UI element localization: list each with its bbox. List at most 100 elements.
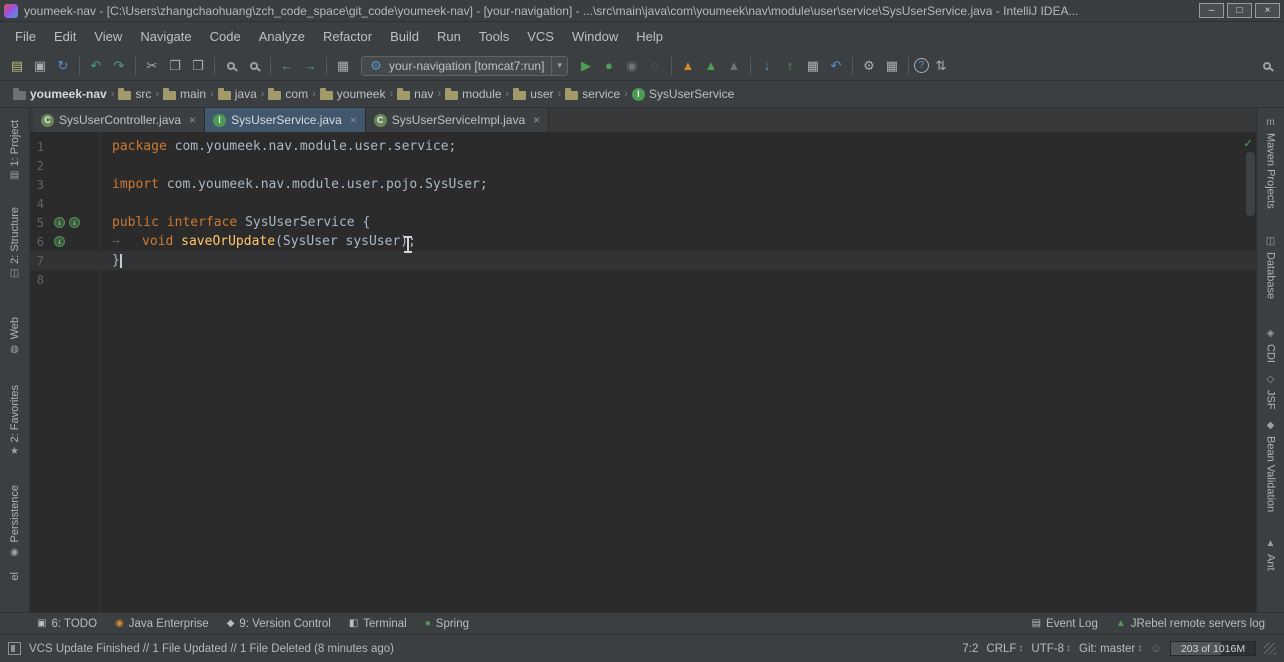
toolwindow-project[interactable]: 1: Project▤ [9, 120, 21, 181]
vcs-commit-icon[interactable]: ↑ [779, 55, 801, 77]
tab-close-icon[interactable]: × [189, 113, 196, 127]
breadcrumb-item[interactable]: ISysUserService [629, 85, 737, 103]
paste-icon[interactable]: ❒ [187, 55, 209, 77]
breadcrumb-item[interactable]: user [510, 85, 556, 103]
jrebel-remote-icon[interactable]: ▲ [723, 55, 745, 77]
resize-grip[interactable] [1264, 643, 1276, 655]
implemented-marker-icon[interactable]: ↓ [54, 236, 65, 247]
menu-edit[interactable]: Edit [45, 25, 85, 48]
git-branch-selector[interactable]: Git: master↕ [1079, 643, 1142, 655]
menu-refactor[interactable]: Refactor [314, 25, 381, 48]
toolwindow-java-enterprise[interactable]: ◉Java Enterprise [106, 616, 218, 632]
cdi-icon: ◈ [1267, 329, 1275, 339]
debug-icon[interactable]: ● [598, 55, 620, 77]
menu-navigate[interactable]: Navigate [131, 25, 200, 48]
breadcrumb-item[interactable]: java [215, 85, 260, 103]
profiler-icon[interactable]: ◌ [644, 55, 666, 77]
updown-arrows-icon: ↕ [1066, 643, 1071, 654]
navigate-back-icon[interactable]: ← [276, 55, 298, 77]
menu-view[interactable]: View [85, 25, 131, 48]
toolwindow-web[interactable]: Web◍ [9, 317, 21, 354]
run-config-select[interactable]: ⚙ your-navigation [tomcat7:run] ▾ [361, 56, 568, 76]
search-everywhere-icon[interactable] [1256, 55, 1278, 77]
menu-vcs[interactable]: VCS [518, 25, 563, 48]
menu-analyze[interactable]: Analyze [250, 25, 314, 48]
menu-file[interactable]: File [6, 25, 45, 48]
navigate-forward-icon[interactable]: → [299, 55, 321, 77]
caret-position[interactable]: 7:2 [962, 643, 978, 655]
run-icon[interactable]: ▶ [575, 55, 597, 77]
help-icon[interactable]: ? [914, 58, 929, 73]
vcs-update-icon[interactable]: ↓ [756, 55, 778, 77]
background-tasks-icon[interactable]: ⇅ [930, 55, 952, 77]
breadcrumb-item[interactable]: com [265, 85, 311, 103]
maximize-button[interactable]: □ [1227, 3, 1252, 18]
minimize-button[interactable]: – [1199, 3, 1224, 18]
copy-icon[interactable]: ❐ [164, 55, 186, 77]
toolwindow-el[interactable]: el [9, 572, 21, 581]
toolwindow-todo[interactable]: ▣6: TODO [28, 616, 106, 632]
line-ending-selector[interactable]: CRLF↕ [986, 643, 1023, 655]
tab-sysusercontroller[interactable]: C SysUserController.java × [33, 108, 205, 132]
menu-build[interactable]: Build [381, 25, 428, 48]
toolwindow-maven-projects[interactable]: mMaven Projects [1265, 118, 1277, 209]
open-icon[interactable]: ▤ [6, 55, 28, 77]
jrebel-run-icon[interactable]: ▲ [677, 55, 699, 77]
menu-window[interactable]: Window [563, 25, 627, 48]
breadcrumb-item[interactable]: service [562, 85, 623, 103]
toolwindow-jsf[interactable]: ◇JSF [1265, 375, 1277, 410]
implemented-marker-icon[interactable]: ↓ [54, 217, 65, 228]
toolwindow-spring[interactable]: ●Spring [416, 616, 478, 632]
save-icon[interactable]: ▣ [29, 55, 51, 77]
encoding-selector[interactable]: UTF-8↕ [1031, 643, 1071, 655]
jrebel-debug-icon[interactable]: ▲ [700, 55, 722, 77]
toolwindow-toggle-icon[interactable] [8, 642, 21, 655]
find-icon[interactable] [220, 55, 242, 77]
sync-icon[interactable]: ↻ [52, 55, 74, 77]
breadcrumb-item[interactable]: youmeek-nav [10, 85, 110, 103]
hector-inspections-icon[interactable]: ☺ [1150, 643, 1162, 655]
toolwindow-persistence[interactable]: Persistence◉ [9, 485, 21, 557]
settings-icon[interactable]: ⚙ [858, 55, 880, 77]
toolwindow-version-control[interactable]: ◆9: Version Control [218, 616, 340, 632]
editor[interactable]: 1 package com.youmeek.nav.module.user.se… [30, 132, 1256, 612]
toolwindow-database[interactable]: ◫Database [1265, 237, 1277, 299]
memory-indicator[interactable]: 203 of 1016M [1170, 641, 1256, 656]
folder-icon [445, 91, 458, 100]
inspections-ok-icon[interactable]: ✓ [1244, 136, 1252, 151]
toolwindow-ant[interactable]: ▲Ant [1265, 539, 1277, 571]
breadcrumb-item[interactable]: module [442, 85, 504, 103]
code-token: SysUserService { [245, 215, 370, 230]
tab-close-icon[interactable]: × [533, 113, 540, 127]
editor-scrollbar[interactable] [1246, 152, 1255, 216]
tab-sysuserservice[interactable]: I SysUserService.java × [205, 108, 366, 132]
vcs-compare-icon[interactable]: ▦ [802, 55, 824, 77]
jrebel-log-button[interactable]: ▲JRebel remote servers log [1107, 616, 1274, 632]
tab-sysuserserviceimpl[interactable]: C SysUserServiceImpl.java × [366, 108, 549, 132]
switcher-icon[interactable]: ▦ [332, 55, 354, 77]
event-log-button[interactable]: ▤Event Log [1023, 616, 1107, 632]
toolwindow-structure[interactable]: 2: Structure◫ [9, 207, 21, 279]
toolwindow-favorites[interactable]: 2: Favorites★ [9, 385, 21, 457]
coverage-icon[interactable]: ◉ [621, 55, 643, 77]
cut-icon[interactable]: ✂ [141, 55, 163, 77]
toolwindow-cdi[interactable]: ◈CDI [1265, 329, 1277, 363]
breadcrumb-item[interactable]: main [160, 85, 209, 103]
toolwindow-bean-validation[interactable]: ◆Bean Validation [1265, 421, 1277, 512]
breadcrumb-item[interactable]: youmeek [317, 85, 389, 103]
redo-icon[interactable]: ↷ [108, 55, 130, 77]
menu-help[interactable]: Help [627, 25, 672, 48]
vcs-rollback-icon[interactable]: ↶ [825, 55, 847, 77]
implemented-marker-icon[interactable]: ↓ [69, 217, 80, 228]
menu-run[interactable]: Run [428, 25, 470, 48]
tab-close-icon[interactable]: × [350, 113, 357, 127]
toolwindow-terminal[interactable]: ◧Terminal [340, 616, 416, 632]
breadcrumb-item[interactable]: nav [394, 85, 436, 103]
menu-code[interactable]: Code [201, 25, 250, 48]
project-structure-icon[interactable]: ▦ [881, 55, 903, 77]
breadcrumb-item[interactable]: src [115, 85, 154, 103]
menu-tools[interactable]: Tools [470, 25, 518, 48]
replace-icon[interactable] [243, 55, 265, 77]
undo-icon[interactable]: ↶ [85, 55, 107, 77]
close-button[interactable]: × [1255, 3, 1280, 18]
